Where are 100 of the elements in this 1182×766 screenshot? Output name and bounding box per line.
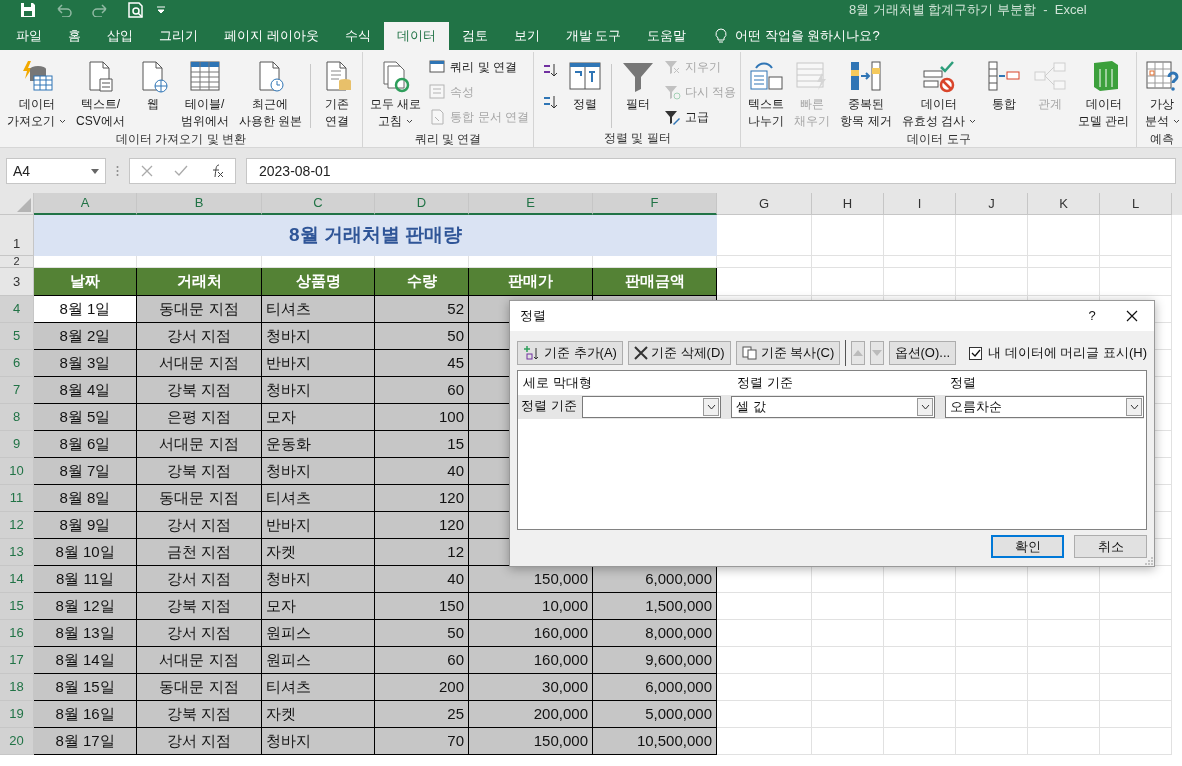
consolidate-icon xyxy=(986,59,1023,93)
row-header[interactable]: 14 xyxy=(0,566,34,593)
tell-me-field[interactable]: 어떤 작업을 원하시나요? xyxy=(735,26,880,46)
dropdown-field[interactable]: 셀 값 xyxy=(731,396,935,418)
function-icon[interactable] xyxy=(210,164,225,178)
dialog-button[interactable]: 확인 xyxy=(991,535,1064,558)
row-header[interactable]: 4 xyxy=(0,296,34,323)
row-header[interactable]: 16 xyxy=(0,620,34,647)
row-header[interactable]: 15 xyxy=(0,593,34,620)
row-header[interactable]: 3 xyxy=(0,268,34,296)
ribbon-tab[interactable]: 개발 도구 xyxy=(552,22,635,50)
empty-cell xyxy=(1028,701,1100,728)
column-header[interactable]: E xyxy=(469,193,593,215)
ribbon-small-button[interactable]: 고급 xyxy=(661,106,739,128)
table-cell: 은평 지점 xyxy=(137,404,262,431)
row-header[interactable]: 17 xyxy=(0,647,34,674)
ribbon-tab[interactable]: 검토 xyxy=(448,22,501,50)
ribbon-tab[interactable]: 도움말 xyxy=(634,22,700,50)
table-cell: 서대문 지점 xyxy=(137,350,262,377)
empty-cell xyxy=(1028,647,1100,674)
ribbon-button[interactable]: 웹 xyxy=(129,52,176,113)
column-header[interactable]: I xyxy=(884,193,956,215)
ribbon-button[interactable]: 텍스트 나누기 xyxy=(743,52,790,130)
sort-icon xyxy=(567,59,604,93)
table-cell: 1,500,000 xyxy=(593,593,717,620)
row-header[interactable]: 2 xyxy=(0,256,34,268)
row-header[interactable]: 11 xyxy=(0,485,34,512)
ribbon-button[interactable]: 중복된 항목 제거 xyxy=(835,52,897,130)
column-header[interactable]: J xyxy=(956,193,1028,215)
name-box[interactable]: A4 xyxy=(6,158,106,184)
help-button[interactable]: ? xyxy=(1080,306,1104,326)
cancel-icon[interactable] xyxy=(140,165,153,177)
column-header[interactable]: B xyxy=(137,193,262,215)
ribbon-button[interactable]: 텍스트/ CSV에서 xyxy=(71,52,130,130)
row-header[interactable]: 8 xyxy=(0,404,34,431)
ribbon-button[interactable]: 데이터 모델 관리 xyxy=(1073,52,1135,130)
table-cell: 서대문 지점 xyxy=(137,431,262,458)
toolbar-button[interactable]: 기준 복사(C) xyxy=(735,341,841,365)
ribbon-tab[interactable]: 삽입 xyxy=(94,22,146,50)
ribbon-button[interactable]: 가상 분석 xyxy=(1139,52,1182,130)
ribbon-button[interactable]: 필터 xyxy=(615,52,662,113)
column-header[interactable]: G xyxy=(717,193,812,215)
save-icon[interactable] xyxy=(20,3,36,17)
empty-cell xyxy=(1100,268,1172,296)
table-cell: 6,000,000 xyxy=(593,674,717,701)
formula-field[interactable]: 2023-08-01 xyxy=(246,158,1176,184)
toolbar-button[interactable]: 옵션(O)... xyxy=(888,341,957,365)
row-header[interactable]: 6 xyxy=(0,350,34,377)
customize-menu-icon[interactable] xyxy=(156,5,166,15)
ribbon-tab[interactable]: 홈 xyxy=(55,22,94,50)
column-header[interactable]: D xyxy=(375,193,469,215)
column-header[interactable]: F xyxy=(593,193,717,215)
row-header[interactable]: 9 xyxy=(0,431,34,458)
ribbon-button[interactable]: 기존 연결 xyxy=(314,52,361,130)
column-header[interactable]: C xyxy=(262,193,375,215)
ribbon-tab[interactable]: 수식 xyxy=(331,22,384,50)
column-header[interactable]: H xyxy=(812,193,884,215)
toolbar-button[interactable]: 기준 추가(A) xyxy=(517,341,623,365)
ribbon-button[interactable]: 통합 xyxy=(981,52,1028,113)
table-cell: 청바지 xyxy=(262,377,375,404)
column-header[interactable]: L xyxy=(1100,193,1172,215)
table-cell: 160,000 xyxy=(469,647,593,674)
table-cell: 모자 xyxy=(262,593,375,620)
row-header[interactable]: 20 xyxy=(0,728,34,755)
row-header[interactable]: 10 xyxy=(0,458,34,485)
caret-icon xyxy=(1172,119,1180,125)
print-preview-icon[interactable] xyxy=(128,2,146,18)
row-header[interactable]: 18 xyxy=(0,674,34,701)
ribbon-button[interactable]: 데이터 가져오기 xyxy=(2,52,71,130)
ribbon-tab[interactable]: 보기 xyxy=(500,22,553,50)
header-cell: 판매금액 xyxy=(593,268,717,296)
row-header[interactable]: 7 xyxy=(0,377,34,404)
header-cell: 수량 xyxy=(375,268,469,296)
check-icon[interactable] xyxy=(174,165,189,177)
ribbon-tab[interactable]: 페이지 레이아웃 xyxy=(211,22,332,50)
ribbon-tab[interactable]: 그리기 xyxy=(146,22,211,50)
dropdown-field[interactable]: 오름차순 xyxy=(945,396,1144,418)
ribbon-small-button[interactable]: 쿼리 및 연결 xyxy=(426,56,532,78)
ribbon-button[interactable]: 데이터 유효성 검사 xyxy=(896,52,982,130)
column-header[interactable]: A xyxy=(34,193,137,215)
ribbon-tab[interactable]: 파일 xyxy=(3,22,55,50)
row-header[interactable]: 19 xyxy=(0,701,34,728)
ribbon-button[interactable]: 정렬 xyxy=(562,52,609,113)
table-cell: 반바지 xyxy=(262,512,375,539)
row-header[interactable]: 1 xyxy=(0,215,34,256)
checkbox[interactable] xyxy=(969,346,983,360)
row-header[interactable]: 12 xyxy=(0,512,34,539)
ribbon-button[interactable]: 모두 새로 고침 xyxy=(365,52,427,130)
ribbon-tab[interactable]: 데이터 xyxy=(383,22,449,50)
ribbon-button[interactable]: 최근에 사용한 원본 xyxy=(233,52,308,130)
table-cell: 8월 14일 xyxy=(34,647,137,674)
table-cell: 100 xyxy=(375,404,469,431)
row-header[interactable]: 13 xyxy=(0,539,34,566)
row-header[interactable]: 5 xyxy=(0,323,34,350)
table-cell: 30,000 xyxy=(469,674,593,701)
ribbon-button[interactable]: 테이블/ 범위에서 xyxy=(175,52,234,130)
dropdown-field[interactable] xyxy=(582,396,721,418)
dialog-button[interactable]: 취소 xyxy=(1074,535,1147,558)
column-header[interactable]: K xyxy=(1028,193,1100,215)
toolbar-button[interactable]: 기준 삭제(D) xyxy=(627,341,731,365)
